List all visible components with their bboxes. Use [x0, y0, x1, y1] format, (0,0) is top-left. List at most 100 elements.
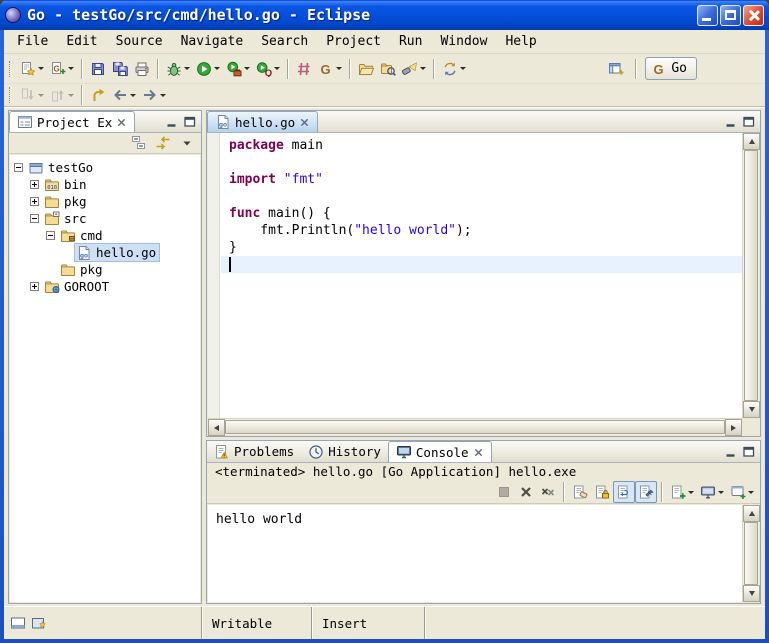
save-all-button[interactable] — [109, 58, 131, 80]
window-minimize-button[interactable] — [697, 5, 718, 26]
tree-expander-plus[interactable] — [30, 197, 39, 206]
menu-source[interactable]: Source — [107, 31, 172, 52]
close-view-icon[interactable] — [473, 447, 484, 458]
dropdown-arrow-icon[interactable] — [160, 94, 166, 97]
prev-annotation-button[interactable] — [47, 84, 77, 106]
minimize-view-icon[interactable] — [164, 114, 180, 130]
code-line[interactable] — [221, 154, 742, 171]
scroll-up-button[interactable] — [743, 133, 760, 150]
last-edit-location-button[interactable] — [87, 84, 109, 106]
tree-item-pkg[interactable]: pkg — [10, 193, 200, 210]
scroll-left-button[interactable] — [208, 419, 225, 436]
menu-run[interactable]: Run — [390, 31, 431, 52]
tree-item-pkg[interactable]: pkg — [10, 261, 200, 278]
code-line[interactable]: } — [221, 239, 742, 256]
pin-console-button[interactable] — [635, 481, 657, 503]
maximize-view-icon[interactable] — [741, 114, 757, 130]
dropdown-arrow-icon[interactable] — [718, 491, 724, 494]
new-wizard-button[interactable] — [17, 58, 47, 80]
tab-history[interactable]: History — [301, 441, 388, 462]
editor-horizontal-scrollbar[interactable] — [208, 418, 742, 435]
open-folder-button[interactable] — [355, 58, 377, 80]
debug-button[interactable] — [163, 58, 193, 80]
tab-hello-go[interactable]: go hello.go — [207, 111, 318, 132]
tab-problems[interactable]: Problems — [207, 441, 301, 462]
menu-project[interactable]: Project — [317, 31, 390, 52]
maximize-view-icon[interactable] — [182, 114, 198, 130]
menu-edit[interactable]: Edit — [57, 31, 106, 52]
display-console-button[interactable] — [697, 481, 727, 503]
tree-expander-plus[interactable] — [30, 180, 39, 189]
console-vertical-scrollbar[interactable] — [742, 505, 759, 602]
remove-launch-button[interactable] — [515, 481, 537, 503]
run-button[interactable] — [193, 58, 223, 80]
new-go-package-button[interactable] — [293, 58, 315, 80]
dropdown-arrow-icon[interactable] — [274, 67, 280, 70]
scroll-lock-button[interactable] — [591, 481, 613, 503]
dropdown-arrow-icon[interactable] — [460, 67, 466, 70]
word-wrap-button[interactable] — [613, 481, 635, 503]
code-line[interactable]: func main() { — [221, 205, 742, 222]
scroll-down-button[interactable] — [743, 401, 760, 418]
tab-project-explorer[interactable]: Project Ex — [9, 111, 135, 132]
scroll-down-button[interactable] — [743, 585, 760, 602]
code-line[interactable]: import "fmt" — [221, 171, 742, 188]
link-with-editor-button[interactable] — [152, 134, 174, 152]
tree-item-hello.go[interactable]: gohello.go — [10, 244, 200, 261]
scroll-up-button[interactable] — [743, 505, 760, 522]
dropdown-arrow-icon[interactable] — [184, 67, 190, 70]
toolbar-drag-handle[interactable] — [9, 61, 12, 77]
dropdown-arrow-icon[interactable] — [130, 94, 136, 97]
dropdown-arrow-icon[interactable] — [38, 67, 44, 70]
code-line[interactable] — [221, 256, 742, 273]
go-perspective-button[interactable]: G Go — [645, 57, 697, 80]
scrollbar-thumb[interactable] — [744, 522, 758, 585]
maximize-view-icon[interactable] — [741, 444, 757, 460]
new-console-view-button[interactable] — [727, 481, 757, 503]
save-button[interactable] — [87, 58, 109, 80]
team-sync-button[interactable] — [439, 58, 469, 80]
search-button[interactable] — [399, 58, 429, 80]
remove-all-launches-button[interactable] — [537, 481, 559, 503]
menu-window[interactable]: Window — [431, 31, 496, 52]
forward-button[interactable] — [139, 84, 169, 106]
back-button[interactable] — [109, 84, 139, 106]
dropdown-arrow-icon[interactable] — [748, 491, 754, 494]
code-line[interactable]: fmt.Println("hello world"); — [221, 222, 742, 239]
dropdown-arrow-icon[interactable] — [420, 67, 426, 70]
tab-console[interactable]: Console — [388, 441, 492, 462]
toolbar-drag-handle[interactable] — [9, 87, 12, 103]
goclipse-g-button[interactable]: G — [315, 58, 345, 80]
tree-item-src[interactable]: src — [10, 210, 200, 227]
code-editor[interactable]: package mainimport "fmt"func main() { fm… — [221, 133, 742, 418]
tree-item-goroot[interactable]: GOROOT — [10, 278, 200, 295]
code-line[interactable] — [221, 188, 742, 205]
print-button[interactable] — [131, 58, 153, 80]
whats-new-icon[interactable] — [31, 615, 47, 631]
tree-item-testgo[interactable]: testGo — [10, 159, 200, 176]
dropdown-arrow-icon[interactable] — [244, 67, 250, 70]
titlebar[interactable]: Go - testGo/src/cmd/hello.go - Eclipse — [0, 0, 769, 30]
menu-search[interactable]: Search — [252, 31, 317, 52]
open-console-button[interactable] — [667, 481, 697, 503]
close-view-icon[interactable] — [116, 117, 127, 128]
tree-item-bin[interactable]: 010bin — [10, 176, 200, 193]
open-perspective-button[interactable] — [605, 58, 627, 80]
dropdown-arrow-icon[interactable] — [38, 94, 44, 97]
close-editor-icon[interactable] — [299, 117, 310, 128]
window-close-button[interactable] — [743, 5, 764, 26]
dropdown-arrow-icon[interactable] — [68, 67, 74, 70]
dropdown-arrow-icon[interactable] — [336, 67, 342, 70]
dropdown-arrow-icon[interactable] — [214, 67, 220, 70]
terminate-button[interactable] — [493, 481, 515, 503]
tree-item-cmd[interactable]: cmd — [10, 227, 200, 244]
menu-file[interactable]: File — [8, 31, 57, 52]
tree-expander-minus[interactable] — [46, 231, 55, 240]
new-go-element-button[interactable]: G — [47, 58, 77, 80]
view-menu-button[interactable] — [176, 134, 198, 152]
run-q-button[interactable]: Q — [253, 58, 283, 80]
tree-expander-minus[interactable] — [14, 163, 23, 172]
fast-view-icon[interactable] — [10, 615, 26, 631]
editor-vertical-scrollbar[interactable] — [742, 133, 759, 418]
scrollbar-thumb[interactable] — [225, 420, 725, 434]
